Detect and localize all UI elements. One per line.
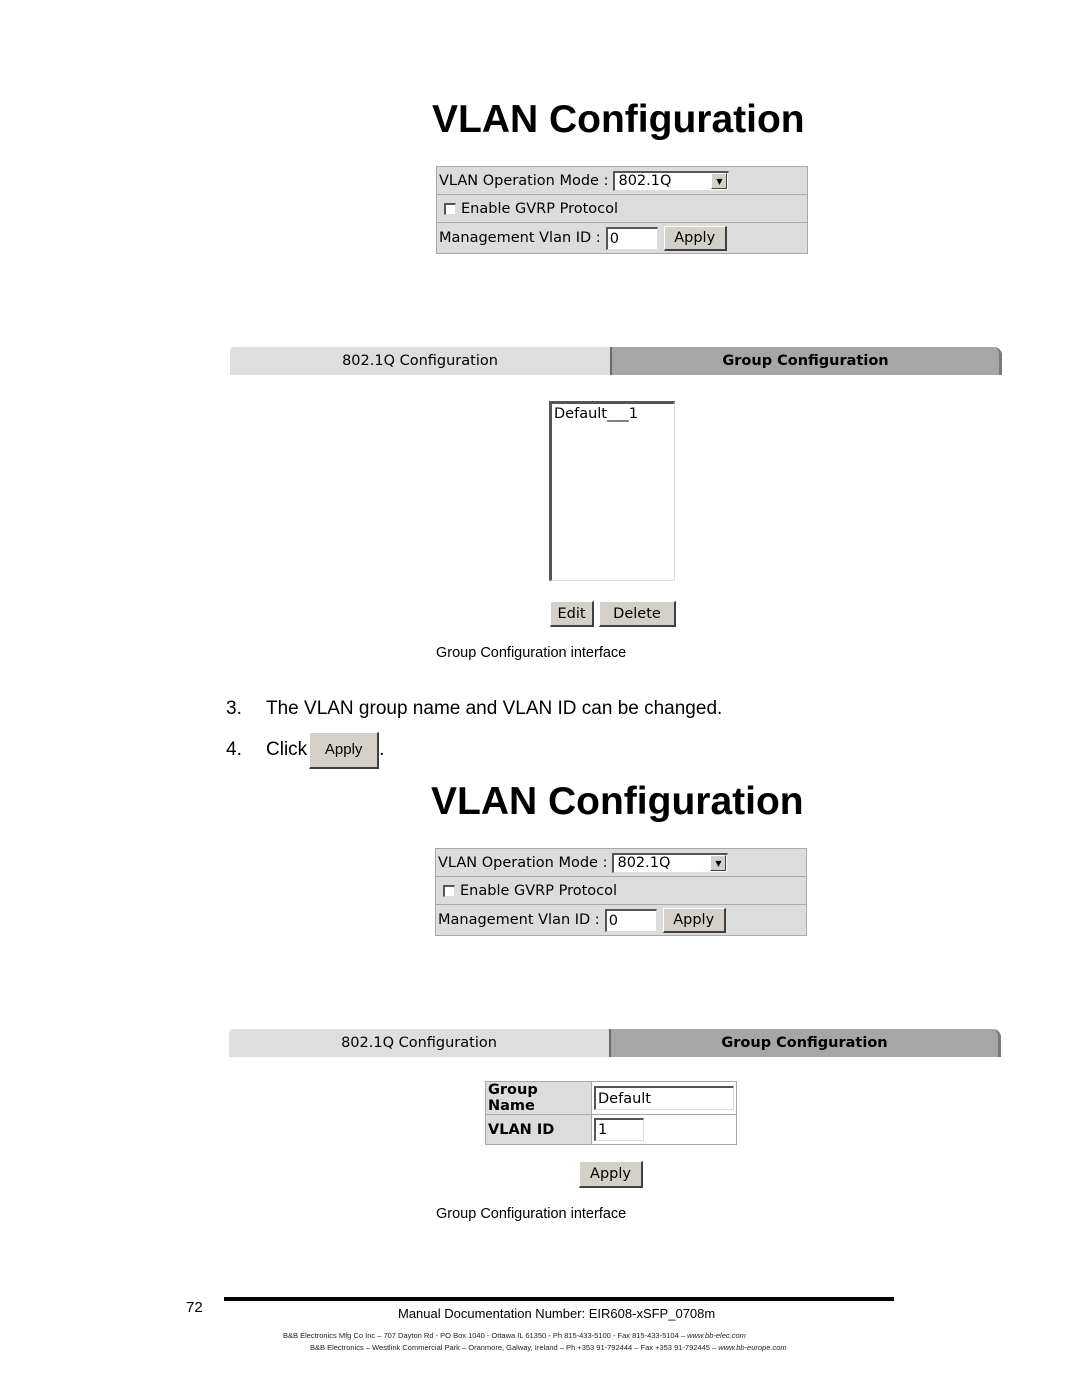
mgmt-vlan-input[interactable]: 0 (604, 908, 657, 932)
operation-mode-value: 802.1Q (617, 855, 671, 871)
gvrp-row: Enable GVRP Protocol (436, 877, 806, 905)
mgmt-vlan-apply-button[interactable]: Apply (663, 225, 727, 251)
group-name-cell: Default (591, 1081, 737, 1115)
group-apply-button[interactable]: Apply (579, 1161, 643, 1188)
config-tab-bar: 802.1Q Configuration Group Configuration (230, 346, 1002, 376)
chevron-down-icon[interactable]: ▼ (710, 855, 727, 871)
operation-mode-label: VLAN Operation Mode : (438, 854, 608, 871)
doc-number: Manual Documentation Number: EIR608-xSFP… (398, 1306, 716, 1321)
operation-mode-label: VLAN Operation Mode : (439, 172, 609, 189)
step-number: 4. (226, 739, 242, 760)
address-us-text: B&B Electronics Mfg Co Inc – 707 Dayton … (283, 1331, 688, 1340)
page-number: 72 (186, 1299, 203, 1316)
mgmt-vlan-input[interactable]: 0 (605, 226, 658, 250)
tab-8021q-configuration[interactable]: 802.1Q Configuration (229, 1029, 611, 1057)
gvrp-label: Enable GVRP Protocol (460, 882, 618, 899)
tab-8021q-configuration[interactable]: 802.1Q Configuration (230, 347, 612, 375)
footer-divider (224, 1297, 894, 1301)
chevron-down-icon[interactable]: ▼ (711, 173, 728, 189)
mgmt-vlan-label: Management Vlan ID : (438, 912, 600, 928)
step-text: Click (266, 739, 308, 760)
vlan-configuration-title-2: VLAN Configuration (431, 780, 804, 823)
vlan-id-input[interactable]: 1 (594, 1118, 644, 1141)
list-item[interactable]: Default___1 (554, 406, 672, 422)
operation-mode-select[interactable]: 802.1Q ▼ (613, 170, 730, 191)
footer-address-us: B&B Electronics Mfg Co Inc – 707 Dayton … (283, 1331, 746, 1340)
gvrp-checkbox[interactable] (444, 202, 456, 215)
vlan-configuration-title: VLAN Configuration (432, 98, 805, 141)
step-text: The VLAN group name and VLAN ID can be c… (266, 698, 723, 719)
mgmt-vlan-row: Management Vlan ID : 0 Apply (437, 223, 807, 253)
edit-button[interactable]: Edit (550, 601, 594, 627)
vlan-group-listbox[interactable]: Default___1 (549, 401, 675, 581)
address-eu-text: B&B Electronics – Westlink Commercial Pa… (310, 1343, 719, 1352)
operation-mode-value: 802.1Q (618, 173, 672, 189)
tab-group-configuration[interactable]: Group Configuration (611, 1029, 1001, 1057)
figure-caption: Group Configuration interface (436, 645, 627, 661)
vlan-config-panel-2: VLAN Operation Mode : 802.1Q ▼ Enable GV… (435, 848, 807, 936)
group-name-label: Group Name (485, 1081, 592, 1115)
step-3: 3. The VLAN group name and VLAN ID can b… (226, 697, 722, 721)
operation-mode-row: VLAN Operation Mode : 802.1Q ▼ (437, 167, 807, 195)
vlan-id-label: VLAN ID (485, 1114, 592, 1145)
mgmt-vlan-label: Management Vlan ID : (439, 230, 601, 246)
group-name-input[interactable]: Default (594, 1086, 734, 1110)
step-4: 4. Click Apply . (226, 731, 384, 769)
gvrp-row: Enable GVRP Protocol (437, 195, 807, 223)
vlan-id-row: VLAN ID 1 (485, 1114, 737, 1145)
gvrp-checkbox[interactable] (443, 884, 455, 897)
config-tab-bar-2: 802.1Q Configuration Group Configuration (229, 1028, 1001, 1058)
footer-address-eu: B&B Electronics – Westlink Commercial Pa… (310, 1343, 787, 1352)
vlan-id-cell: 1 (591, 1114, 737, 1145)
operation-mode-select[interactable]: 802.1Q ▼ (612, 852, 729, 873)
tab-group-configuration[interactable]: Group Configuration (612, 347, 1002, 375)
mgmt-vlan-apply-button[interactable]: Apply (662, 907, 726, 933)
group-edit-table: Group Name Default VLAN ID 1 (485, 1081, 737, 1145)
mgmt-vlan-row: Management Vlan ID : 0 Apply (436, 905, 806, 935)
step-number: 3. (226, 698, 242, 719)
delete-button[interactable]: Delete (599, 601, 676, 627)
figure-caption-2: Group Configuration interface (436, 1206, 627, 1222)
url-eu-link[interactable]: www.bb-europe.com (718, 1343, 786, 1352)
url-us-link[interactable]: www.bb-elec.com (687, 1331, 746, 1340)
step-suffix: . (379, 739, 385, 760)
group-name-row: Group Name Default (485, 1081, 737, 1115)
gvrp-label: Enable GVRP Protocol (461, 200, 619, 217)
vlan-config-panel: VLAN Operation Mode : 802.1Q ▼ Enable GV… (436, 166, 808, 254)
inline-apply-button: Apply (309, 731, 380, 769)
operation-mode-row: VLAN Operation Mode : 802.1Q ▼ (436, 849, 806, 877)
